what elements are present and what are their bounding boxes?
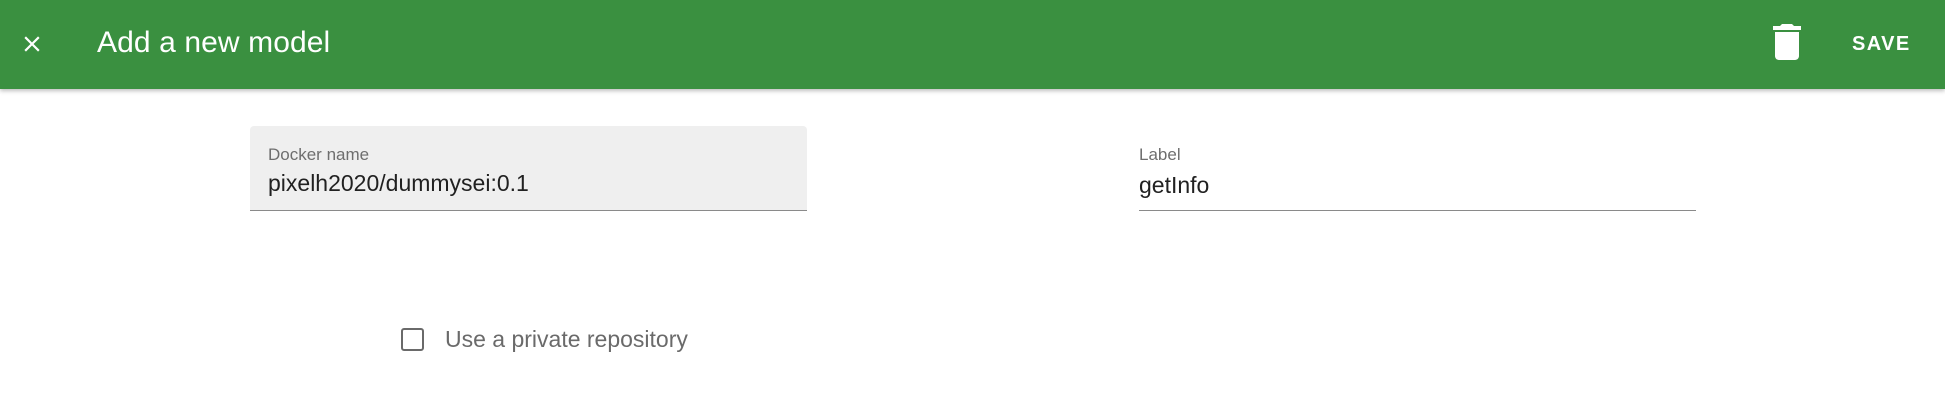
private-repository-label: Use a private repository <box>445 325 688 352</box>
page-title: Add a new model <box>97 26 331 59</box>
label-field-label: Label <box>1139 145 1181 164</box>
save-button[interactable]: SAVE <box>1840 26 1923 62</box>
label-field[interactable]: Label <box>1139 126 1696 211</box>
private-repository-checkbox[interactable]: Use a private repository <box>401 323 688 355</box>
app-toolbar: Add a new model SAVE <box>0 0 1945 89</box>
checkbox-icon[interactable] <box>401 327 424 351</box>
trash-icon <box>1773 24 1801 60</box>
close-button[interactable] <box>14 26 50 62</box>
label-input[interactable] <box>1139 170 1679 200</box>
docker-name-label: Docker name <box>268 145 370 164</box>
close-icon <box>24 36 40 52</box>
docker-name-input[interactable] <box>268 168 788 198</box>
delete-button[interactable] <box>1771 24 1803 60</box>
docker-name-field[interactable]: Docker name <box>250 126 807 211</box>
